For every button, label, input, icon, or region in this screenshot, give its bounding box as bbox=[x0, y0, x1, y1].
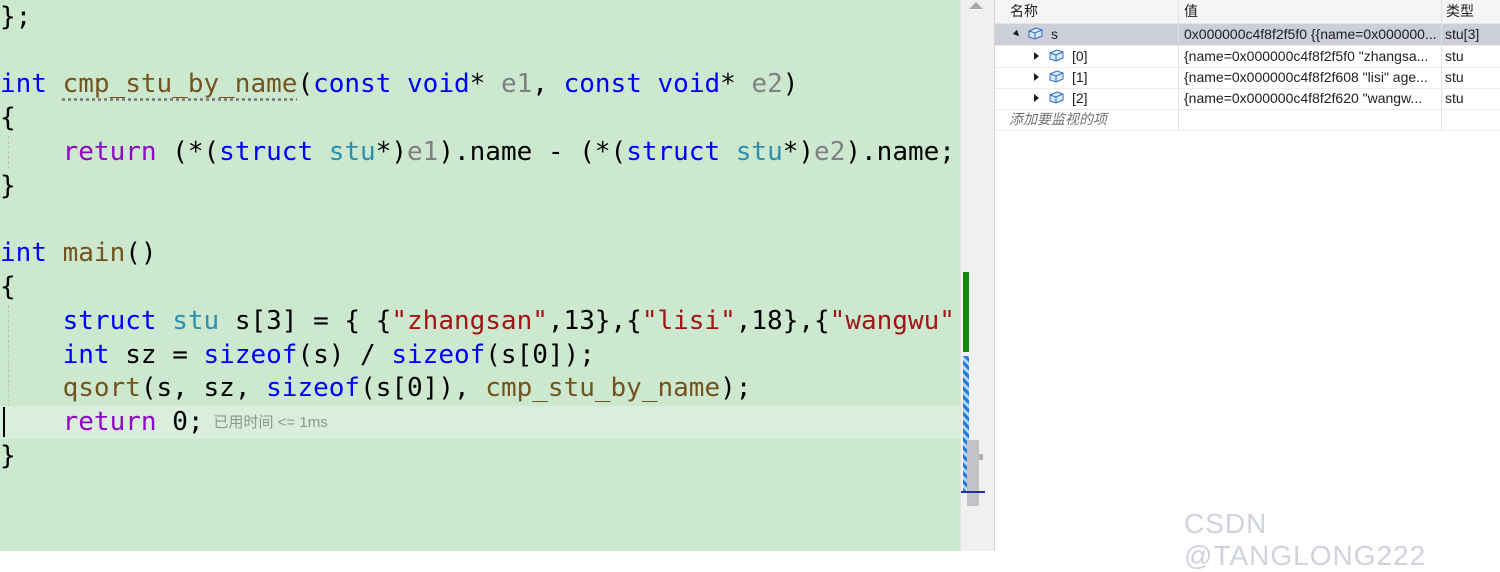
watch-row-name: [0] bbox=[1072, 48, 1088, 64]
add-watch-row[interactable]: 添加要监视的项 bbox=[995, 109, 1500, 131]
scroll-up-arrow-icon[interactable] bbox=[969, 2, 983, 9]
watch-row-value: {name=0x000000c4f8f2f620 "wangw... bbox=[1184, 90, 1423, 106]
code-editor[interactable]: }; int cmp_stu_by_name(const void* e1, c… bbox=[0, 0, 960, 551]
column-divider[interactable] bbox=[1178, 0, 1179, 23]
code-line-10: struct stu s[3] = { {"zhangsan",13},{"li… bbox=[62, 306, 955, 336]
watch-row-name: s bbox=[1051, 26, 1058, 42]
scrollbar-thumb[interactable] bbox=[967, 440, 979, 506]
elapsed-time-hint: 已用时间 <= 1ms bbox=[213, 414, 328, 431]
watch-row-type: stu bbox=[1445, 90, 1464, 106]
triangle-collapsed-icon[interactable] bbox=[1034, 52, 1039, 60]
watch-row[interactable]: s 0x000000c4f8f2f5f0 {{name=0x000000... … bbox=[995, 24, 1500, 46]
watch-row-value: 0x000000c4f8f2f5f0 {{name=0x000000... bbox=[1184, 26, 1437, 42]
code-line-1: }; bbox=[0, 2, 32, 32]
watch-row-name: [1] bbox=[1072, 69, 1088, 85]
column-header-name[interactable]: 名称 bbox=[1010, 0, 1038, 23]
triangle-expanded-icon[interactable] bbox=[1012, 29, 1022, 39]
watch-row[interactable]: [2] {name=0x000000c4f8f2f620 "wangw... s… bbox=[995, 88, 1500, 110]
watch-header: 名称 值 类型 bbox=[995, 0, 1500, 24]
text-caret bbox=[3, 407, 5, 437]
triangle-collapsed-icon[interactable] bbox=[1034, 73, 1039, 81]
code-line-6: } bbox=[0, 171, 16, 201]
code-line-13-current: return 0; 已用时间 <= 1ms bbox=[0, 406, 960, 439]
vertical-scrollbar[interactable] bbox=[960, 0, 995, 551]
code-line-11: int sz = sizeof(s) / sizeof(s[0]); bbox=[62, 340, 595, 370]
cell-divider bbox=[1178, 67, 1179, 88]
watch-row-name: [2] bbox=[1072, 90, 1088, 106]
code-line-5: return (*(struct stu*)e1).name - (*(stru… bbox=[62, 137, 955, 167]
caret-position-marker bbox=[961, 491, 985, 493]
scrollbar-marker bbox=[979, 454, 983, 460]
watch-row-value: {name=0x000000c4f8f2f608 "lisi" age... bbox=[1184, 69, 1428, 85]
watch-row-value: {name=0x000000c4f8f2f5f0 "zhangsa... bbox=[1184, 48, 1429, 64]
add-watch-input[interactable]: 添加要监视的项 bbox=[1009, 109, 1174, 130]
code-line-4: { bbox=[0, 103, 16, 133]
cell-divider bbox=[1178, 109, 1179, 130]
cell-divider bbox=[1441, 109, 1442, 130]
cell-divider bbox=[1441, 24, 1442, 45]
struct-object-icon bbox=[1049, 70, 1064, 83]
struct-object-icon bbox=[1028, 27, 1043, 40]
code-line-3: int cmp_stu_by_name(const void* e1, cons… bbox=[0, 69, 799, 99]
code-line-9: { bbox=[0, 272, 16, 302]
triangle-collapsed-icon[interactable] bbox=[1034, 94, 1039, 102]
cell-divider bbox=[1178, 46, 1179, 67]
cell-divider bbox=[1178, 88, 1179, 109]
watch-row[interactable]: [0] {name=0x000000c4f8f2f5f0 "zhangsa...… bbox=[995, 46, 1500, 68]
watch-window: 名称 值 类型 s 0x000000c4f8f2f5f0 {{name=0x00… bbox=[995, 0, 1500, 551]
column-header-value[interactable]: 值 bbox=[1184, 0, 1198, 23]
cell-divider bbox=[1441, 67, 1442, 88]
watch-row-type: stu[3] bbox=[1445, 26, 1480, 42]
cell-divider bbox=[1441, 46, 1442, 67]
cell-divider bbox=[1441, 88, 1442, 109]
code-line-14: } bbox=[0, 441, 16, 471]
code-line-8: int main() bbox=[0, 238, 157, 268]
code-line-12: qsort(s, sz, sizeof(s[0]), cmp_stu_by_na… bbox=[62, 373, 752, 403]
struct-object-icon bbox=[1049, 49, 1064, 62]
watch-row[interactable]: [1] {name=0x000000c4f8f2f608 "lisi" age.… bbox=[995, 67, 1500, 89]
watermark: CSDN @TANGLONG222 bbox=[1184, 508, 1427, 571]
column-divider[interactable] bbox=[1441, 0, 1442, 23]
watch-row-type: stu bbox=[1445, 48, 1464, 64]
watch-row-type: stu bbox=[1445, 69, 1464, 85]
change-marker bbox=[963, 272, 969, 352]
cell-divider bbox=[1178, 24, 1179, 45]
struct-object-icon bbox=[1049, 91, 1064, 104]
column-header-type[interactable]: 类型 bbox=[1446, 0, 1474, 23]
